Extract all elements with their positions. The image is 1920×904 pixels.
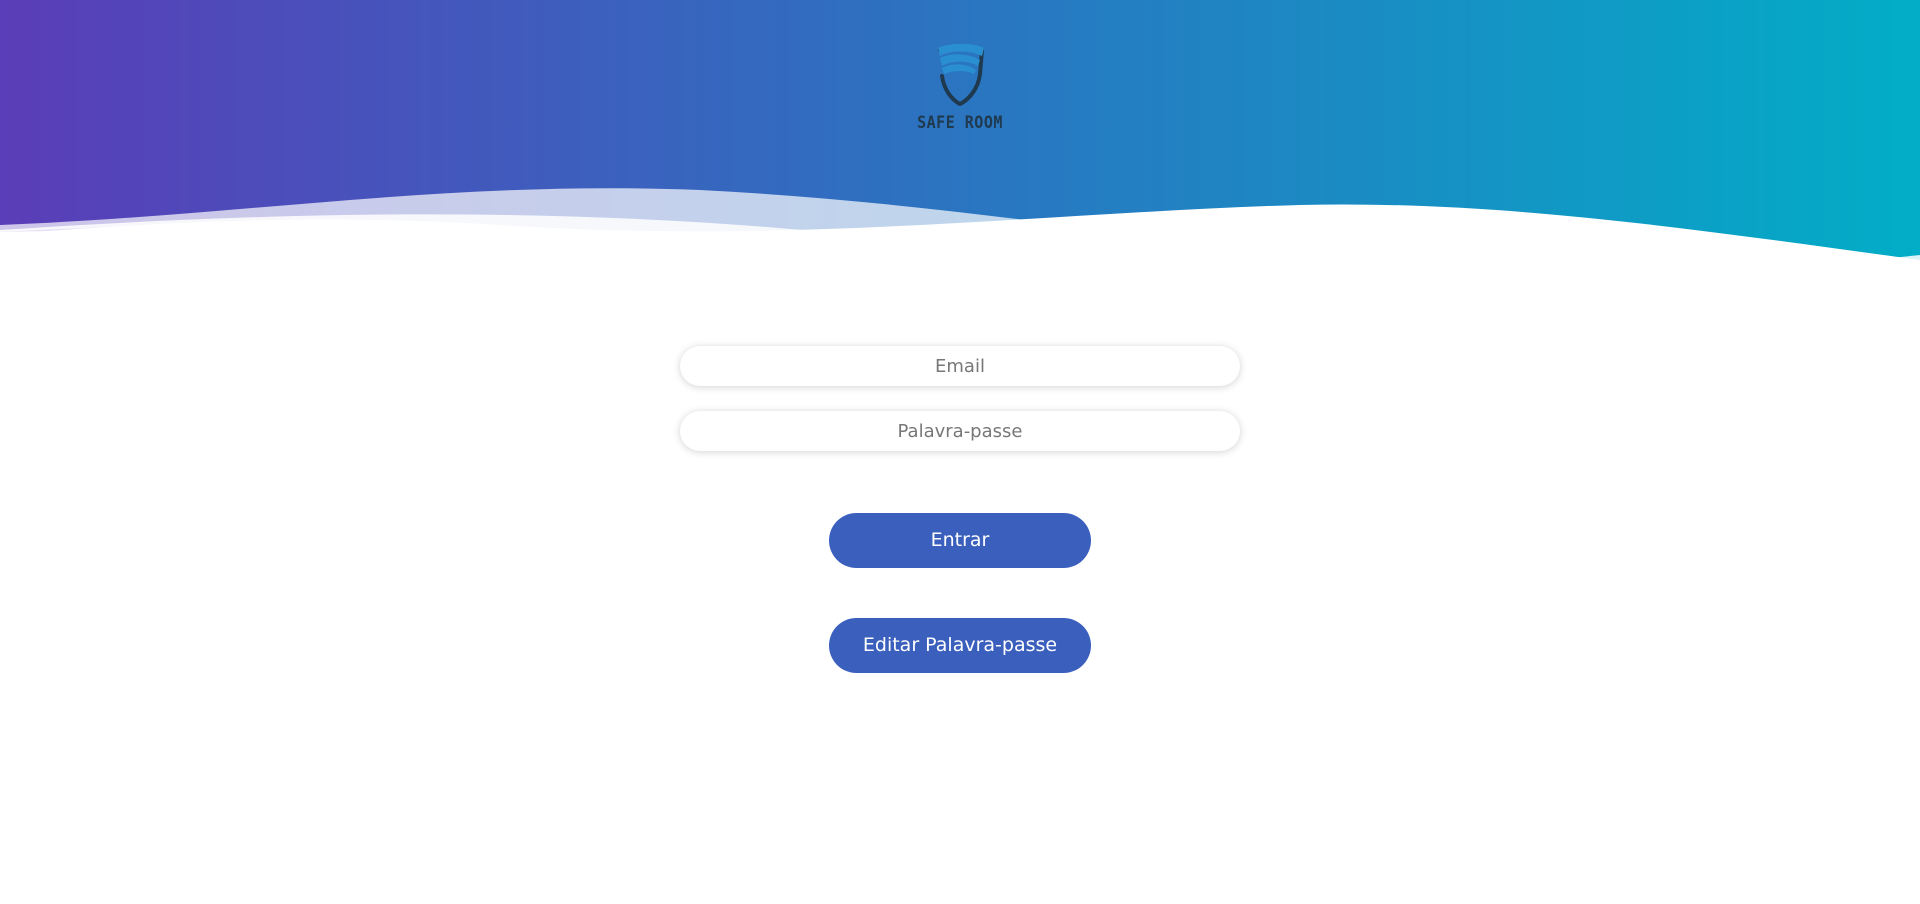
shield-icon xyxy=(938,44,985,106)
edit-password-button[interactable]: Editar Palavra-passe xyxy=(829,618,1091,673)
login-button[interactable]: Entrar xyxy=(829,513,1091,568)
password-input[interactable] xyxy=(680,411,1240,451)
brand-name: SAFE ROOM xyxy=(917,112,1003,133)
email-input[interactable] xyxy=(680,346,1240,386)
brand-logo: SAFE ROOM xyxy=(910,44,1010,136)
